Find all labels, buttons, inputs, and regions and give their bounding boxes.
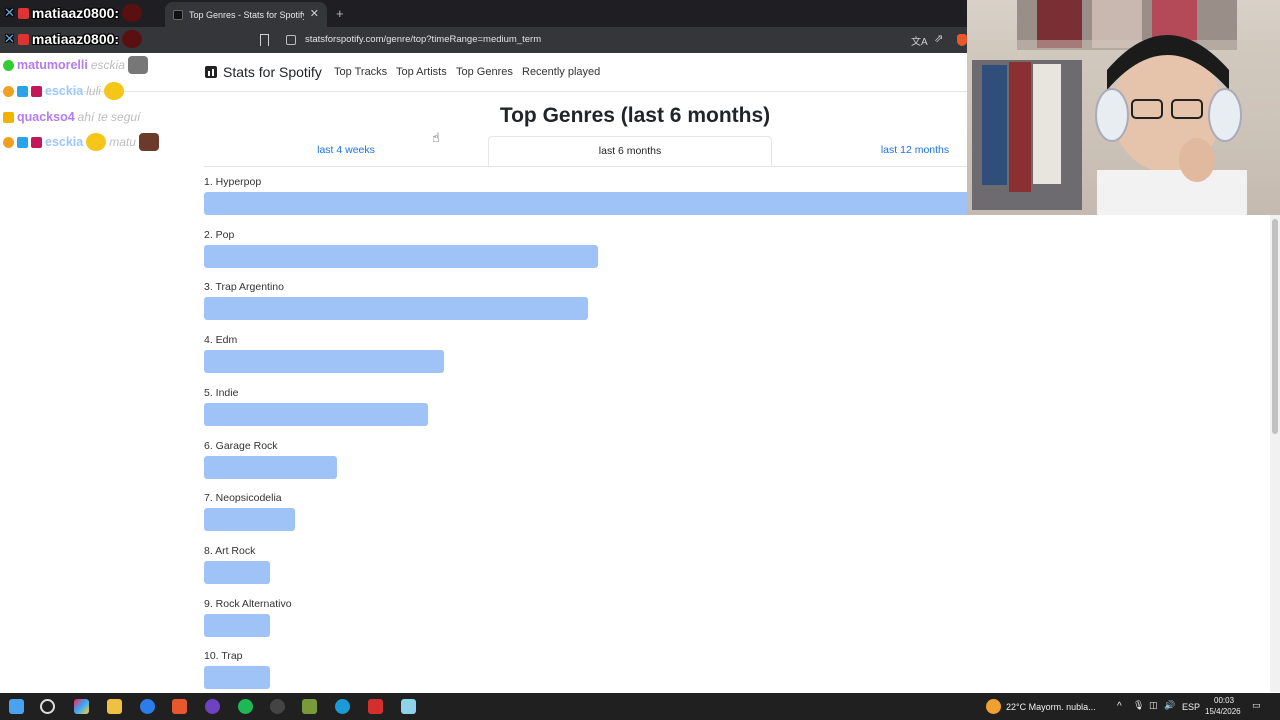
notification-icon[interactable]: ▭	[1252, 700, 1261, 711]
new-tab-button[interactable]: +	[336, 6, 344, 21]
chat-alert-name: matiaaz0800:	[31, 31, 120, 47]
emote-icon	[103, 82, 124, 100]
chat-text: esckia	[90, 58, 125, 72]
genre-bar	[204, 244, 599, 268]
genre-bar	[204, 350, 444, 374]
app-icon[interactable]	[401, 699, 416, 714]
site-info-icon[interactable]	[286, 35, 296, 45]
genre-bar	[204, 402, 428, 426]
search-icon[interactable]	[40, 699, 55, 714]
volume-icon[interactable]: 🔊	[1164, 700, 1175, 711]
chart-logo-icon	[205, 66, 217, 78]
nav-top-artists[interactable]: Top Artists	[396, 66, 447, 78]
copilot-icon[interactable]	[74, 699, 89, 714]
pointer-cursor-icon: ☝	[432, 130, 440, 145]
app-icon[interactable]	[335, 699, 350, 714]
user-badge-icon	[17, 33, 29, 45]
genre-bar	[204, 508, 295, 532]
time-range-tabs: last 4 weeks last 6 months last 12 month…	[204, 136, 1057, 167]
close-icon[interactable]: ✕	[310, 9, 319, 20]
chat-message: esckia luli	[3, 80, 124, 102]
app-icon[interactable]	[368, 699, 383, 714]
gem-badge-icon	[17, 85, 28, 97]
obs-icon[interactable]	[270, 699, 285, 714]
weather-text[interactable]: 22°C Mayorm. nubla...	[1006, 702, 1096, 712]
user-badge-icon	[31, 85, 42, 97]
genre-bar	[204, 666, 271, 690]
genre-label: 9. Rock Alternativo	[204, 597, 292, 610]
genre-bar	[204, 613, 271, 637]
url-field[interactable]: statsforspotify.com/genre/top?timeRange=…	[305, 34, 541, 45]
favicon-icon	[173, 9, 183, 20]
chat-username: esckia	[45, 135, 84, 149]
chat-username: esckia	[45, 84, 84, 98]
windows-taskbar: 22°C Mayorm. nubla... ^ 🎙 ◫ 🔊 ESP 00:03 …	[0, 693, 1280, 720]
network-icon[interactable]: ◫	[1149, 700, 1158, 711]
mic-icon[interactable]: 🎙	[1133, 700, 1144, 711]
x-icon: ✕	[4, 31, 15, 46]
user-badge-icon	[17, 7, 29, 19]
chat-message: matumorelli esckia	[3, 54, 148, 76]
browser-tab[interactable]: Top Genres - Stats for Spotify ✕	[165, 2, 327, 27]
tab-last-6-months[interactable]: last 6 months	[488, 136, 772, 167]
windows-start-icon[interactable]	[9, 699, 24, 714]
nav-top-tracks[interactable]: Top Tracks	[334, 66, 387, 78]
emote-icon	[127, 56, 148, 74]
app-icon[interactable]	[302, 699, 317, 714]
language-indicator[interactable]: ESP	[1182, 702, 1200, 712]
gem-badge-icon	[17, 136, 28, 148]
genre-label: 1. Hyperpop	[204, 176, 262, 188]
chat-username: matumorelli	[17, 58, 88, 72]
user-badge-icon	[31, 136, 42, 148]
genre-label: 7. Neopsicodelia	[204, 492, 282, 505]
avatar	[122, 4, 143, 22]
chat-alert-line: ✕ matiaaz0800:	[4, 30, 143, 48]
page-scrollbar[interactable]	[1270, 215, 1280, 692]
genre-bar	[204, 560, 271, 584]
clock-time[interactable]: 00:03	[1214, 696, 1234, 705]
chat-alert-line: ✕ matiaaz0800:	[4, 4, 143, 22]
weather-icon[interactable]	[986, 699, 1001, 714]
brand-link[interactable]: Stats for Spotify	[223, 64, 322, 80]
genre-label: 5. Indie	[204, 386, 239, 399]
genre-label: 6. Garage Rock	[204, 439, 278, 452]
browser-icon[interactable]	[140, 699, 155, 714]
spotify-icon[interactable]	[238, 699, 253, 714]
verified-badge-icon	[3, 59, 14, 71]
translate-icon[interactable]: 文A	[911, 33, 928, 48]
sub-badge-icon	[3, 85, 14, 97]
brave-shield-icon[interactable]	[957, 34, 967, 46]
scrollbar-thumb[interactable]	[1272, 219, 1278, 434]
brave-icon[interactable]	[172, 699, 187, 714]
emote-icon	[86, 133, 107, 151]
app-icon[interactable]	[205, 699, 220, 714]
genre-label: 8. Art Rock	[204, 544, 256, 557]
webcam-overlay	[967, 0, 1280, 215]
clock-date[interactable]: 15/4/2026	[1205, 707, 1241, 716]
avatar	[122, 30, 143, 48]
chat-message: esckia matu	[3, 131, 159, 153]
webcam-image	[967, 0, 1280, 215]
file-explorer-icon[interactable]	[107, 699, 122, 714]
emote-icon	[138, 133, 159, 151]
bookmark-icon[interactable]	[260, 34, 269, 46]
genre-label: 3. Trap Argentino	[204, 281, 284, 294]
tab-last-4-weeks[interactable]: last 4 weeks	[204, 136, 488, 167]
tab-title: Top Genres - Stats for Spotify	[189, 9, 304, 20]
x-icon: ✕	[4, 5, 15, 20]
genre-label: 10. Trap	[204, 650, 243, 663]
genre-bar	[204, 455, 338, 479]
nav-top-genres[interactable]: Top Genres	[456, 66, 513, 78]
chat-text: luli	[86, 84, 101, 98]
genre-label: 4. Edm	[204, 334, 238, 347]
chat-alert-name: matiaaz0800:	[31, 5, 120, 21]
nav-recently-played[interactable]: Recently played	[522, 66, 600, 78]
genre-bar	[204, 297, 588, 321]
sub-badge-icon	[3, 136, 14, 148]
share-icon[interactable]: ⇗	[934, 32, 943, 45]
genre-label: 2. Pop	[204, 228, 235, 241]
chat-text: matu	[109, 135, 136, 149]
chevron-up-icon[interactable]: ^	[1117, 701, 1122, 712]
